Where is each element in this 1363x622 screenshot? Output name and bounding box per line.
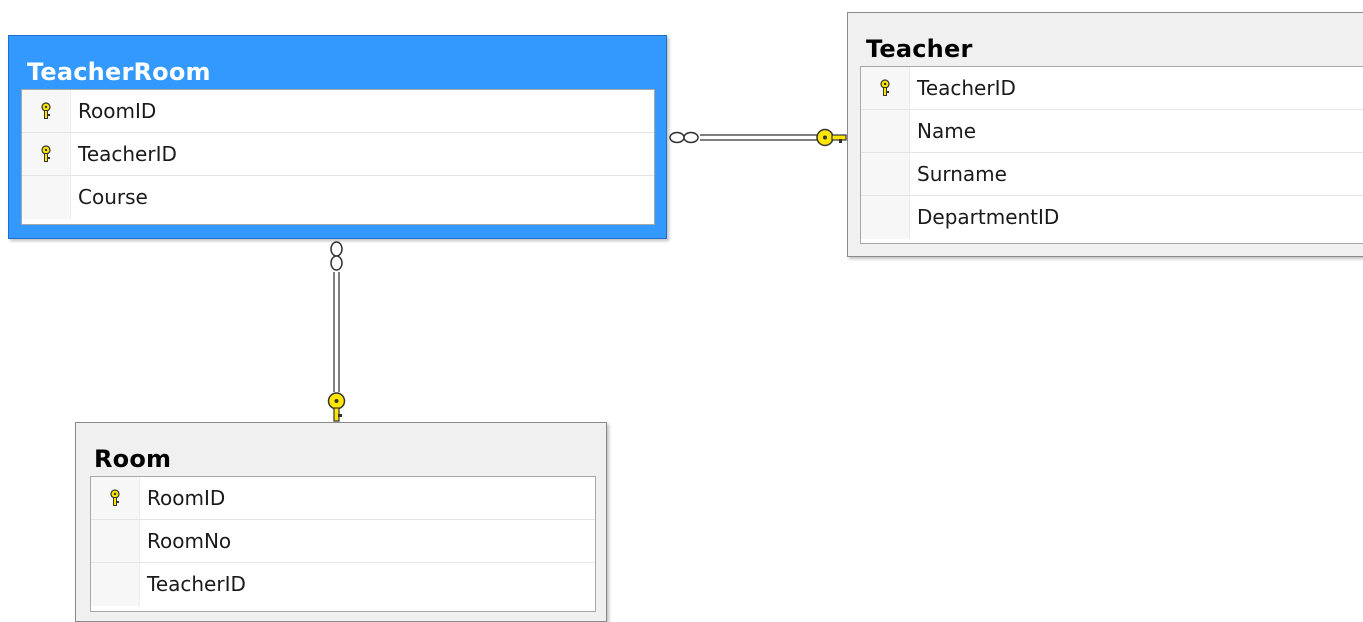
column-name: Name: [917, 119, 977, 143]
column-row-roomno[interactable]: RoomNo: [91, 520, 595, 563]
column-list: RoomID TeacherID Course: [21, 89, 655, 225]
column-row-teacherid[interactable]: TeacherID: [91, 563, 595, 606]
key-icon: [816, 128, 847, 147]
column-row-roomid[interactable]: RoomID: [22, 90, 654, 133]
infinity-icon: [669, 131, 699, 144]
column-name: TeacherID: [147, 572, 246, 596]
relationship-teacherroom-teacher[interactable]: [669, 128, 847, 147]
key-icon: [880, 79, 890, 96]
column-name: DepartmentID: [917, 205, 1060, 229]
key-icon: [41, 102, 51, 119]
key-icon: [327, 392, 346, 422]
column-list: TeacherID Name Surname DepartmentID: [860, 66, 1363, 244]
column-row-name[interactable]: Name: [861, 110, 1363, 153]
column-name: TeacherID: [917, 76, 1016, 100]
column-row-teacherid[interactable]: TeacherID: [22, 133, 654, 176]
table-teacher[interactable]: Teacher TeacherID Name Surname Departmen…: [847, 12, 1363, 257]
column-list: RoomID RoomNo TeacherID: [90, 476, 596, 612]
row-selector[interactable]: [22, 176, 71, 219]
column-name: RoomID: [147, 486, 226, 510]
key-icon: [41, 145, 51, 162]
row-selector[interactable]: [861, 67, 910, 109]
column-row-roomid[interactable]: RoomID: [91, 477, 595, 520]
row-selector[interactable]: [22, 133, 71, 175]
table-title: Teacher: [866, 35, 973, 63]
row-selector[interactable]: [22, 90, 71, 132]
column-name: Course: [78, 185, 148, 209]
column-row-course[interactable]: Course: [22, 176, 654, 219]
row-selector[interactable]: [861, 153, 910, 195]
relationship-teacherroom-room[interactable]: [327, 241, 346, 422]
column-row-departmentid[interactable]: DepartmentID: [861, 196, 1363, 239]
table-teacherroom[interactable]: TeacherRoom RoomID TeacherID Course: [8, 35, 667, 239]
table-room[interactable]: Room RoomID RoomNo TeacherID: [75, 422, 607, 622]
row-selector[interactable]: [91, 520, 140, 562]
column-name: TeacherID: [78, 142, 177, 166]
column-row-surname[interactable]: Surname: [861, 153, 1363, 196]
row-selector[interactable]: [861, 196, 910, 239]
row-selector[interactable]: [861, 110, 910, 152]
infinity-icon: [330, 241, 343, 271]
column-name: RoomNo: [147, 529, 232, 553]
table-title: TeacherRoom: [27, 58, 211, 86]
row-selector[interactable]: [91, 477, 140, 519]
key-icon: [110, 489, 120, 506]
column-name: RoomID: [78, 99, 157, 123]
table-title: Room: [94, 445, 172, 473]
row-selector[interactable]: [91, 563, 140, 606]
column-row-teacherid[interactable]: TeacherID: [861, 67, 1363, 110]
column-name: Surname: [917, 162, 1007, 186]
